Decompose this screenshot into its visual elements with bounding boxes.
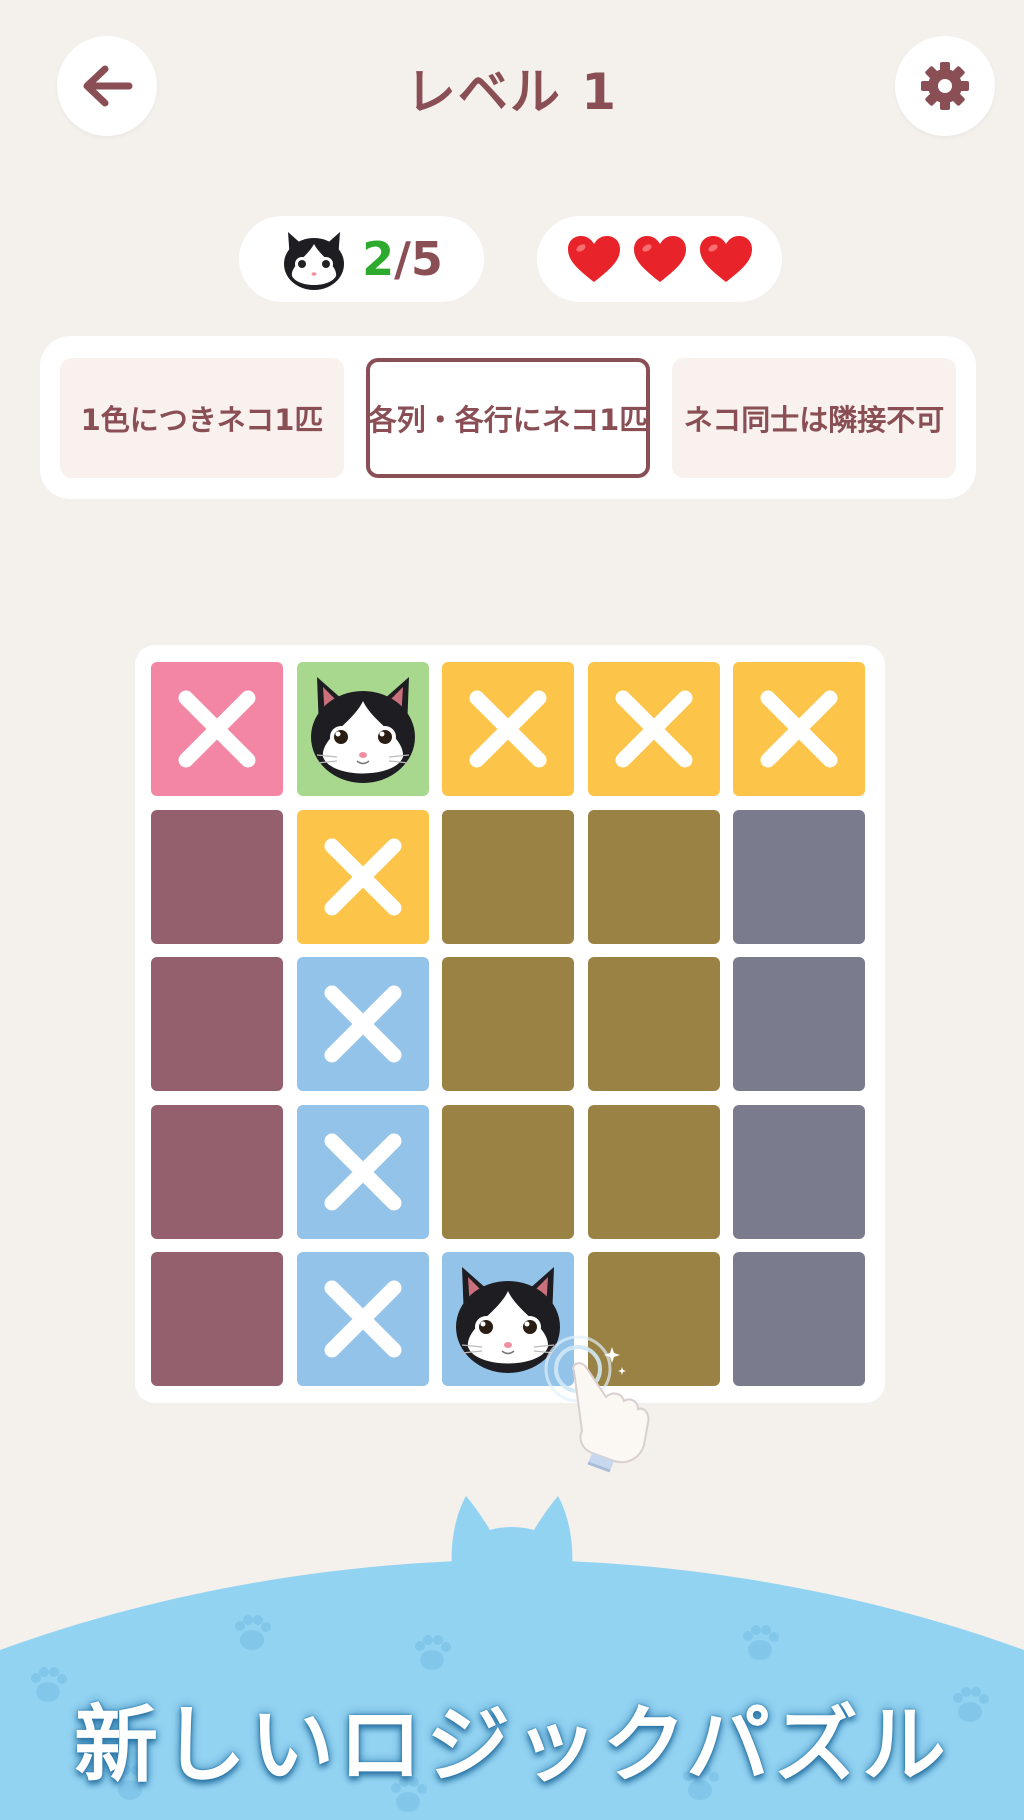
puzzle-board [135, 645, 885, 1403]
heart-icon [699, 236, 752, 282]
cross-mark-icon [324, 1133, 401, 1210]
rule-no-adjacent[interactable]: ネコ同士は隣接不可 [672, 358, 956, 478]
rule-one-per-row-column[interactable]: 各列・各行にネコ1匹 [366, 358, 650, 478]
cat-count-current: 2 [362, 232, 395, 286]
board-cell[interactable] [733, 1252, 865, 1386]
page-title: レベル 1 [405, 63, 619, 121]
cat-count-total: 5 [410, 232, 443, 286]
lives-indicator [537, 216, 782, 302]
cross-mark-icon [324, 985, 401, 1063]
board-cell[interactable] [151, 809, 283, 944]
cat-face-icon [284, 232, 345, 290]
rule-label: ネコ同士は隣接不可 [683, 403, 945, 437]
board-cell[interactable] [442, 809, 574, 944]
rules-panel: 1色につきネコ1匹 各列・各行にネコ1匹 ネコ同士は隣接不可 [40, 336, 976, 499]
board-cell[interactable] [587, 1104, 720, 1239]
cat-count-separator: / [394, 232, 411, 286]
board-cell[interactable] [587, 662, 720, 796]
cross-mark-icon [324, 838, 401, 915]
tap-hint [540, 1335, 670, 1475]
board-cell[interactable] [151, 957, 283, 1091]
board-cell[interactable] [296, 957, 429, 1091]
board-cell[interactable] [442, 662, 574, 796]
board-cell[interactable] [587, 809, 720, 944]
rule-label: 1色につきネコ1匹 [80, 403, 324, 437]
board-cell[interactable] [296, 809, 429, 944]
cross-mark-icon [178, 690, 256, 768]
board-cell[interactable] [151, 1252, 283, 1386]
cross-mark-icon [324, 1280, 401, 1358]
cat-counter: 2/5 [239, 216, 484, 302]
board-cell[interactable] [296, 662, 429, 796]
tagline: 新しいロジックパズル [74, 1696, 950, 1794]
board-cell[interactable] [442, 1104, 574, 1239]
heart-icon [567, 236, 620, 282]
cat-silhouette [451, 1496, 573, 1570]
heart-icon [633, 236, 686, 282]
board-cell[interactable] [442, 957, 574, 1091]
board-cell[interactable] [296, 1252, 429, 1386]
board-cell[interactable] [296, 1104, 429, 1239]
board-cell[interactable] [151, 1104, 283, 1239]
board-cell[interactable] [151, 662, 283, 796]
cross-mark-icon [760, 690, 838, 768]
gear-icon [921, 62, 969, 110]
cross-mark-icon [615, 690, 692, 768]
board-cell[interactable] [587, 957, 720, 1091]
board-cell[interactable] [733, 957, 865, 1091]
settings-button[interactable] [895, 36, 995, 136]
board-cell[interactable] [733, 662, 865, 796]
board-cell[interactable] [733, 1104, 865, 1239]
board-cell[interactable] [733, 809, 865, 944]
cross-mark-icon [469, 690, 547, 768]
rule-label: 各列・各行にネコ1匹 [367, 403, 649, 437]
pointing-hand-icon [544, 1335, 650, 1473]
cat-face-icon [310, 677, 415, 783]
rule-one-per-color[interactable]: 1色につきネコ1匹 [60, 358, 344, 478]
